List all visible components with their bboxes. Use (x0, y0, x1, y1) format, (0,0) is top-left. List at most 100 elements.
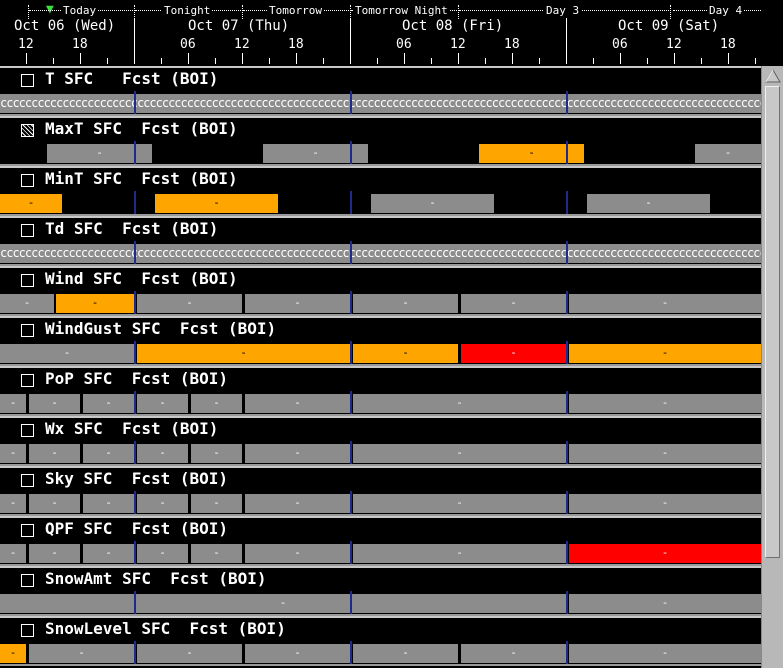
time-block-strip[interactable]: ---- (0, 141, 761, 166)
time-block[interactable]: - (353, 644, 458, 663)
time-block[interactable]: - (0, 544, 26, 563)
time-block[interactable]: - (587, 194, 710, 213)
time-block[interactable]: - (569, 644, 761, 663)
time-block[interactable]: - (83, 394, 134, 413)
time-block[interactable]: - (569, 444, 761, 463)
time-block[interactable]: - (479, 144, 584, 163)
grid-row-header[interactable]: SnowAmt SFC Fcst (BOI) (0, 566, 761, 591)
row-select-checkbox[interactable] (21, 374, 34, 387)
time-block[interactable]: - (0, 344, 134, 363)
time-block[interactable]: - (0, 594, 566, 613)
grid-row-header[interactable]: Td SFC Fcst (BOI) (0, 216, 761, 241)
time-block[interactable]: - (569, 594, 761, 613)
time-block-strip[interactable]: ---- (0, 191, 761, 216)
time-block[interactable]: - (461, 644, 566, 663)
time-block[interactable]: - (371, 194, 494, 213)
row-select-checkbox[interactable] (21, 174, 34, 187)
time-block[interactable]: - (0, 644, 26, 663)
grid-row-header[interactable]: Wind SFC Fcst (BOI) (0, 266, 761, 291)
time-block-strip[interactable]: -------- (0, 391, 761, 416)
time-block[interactable]: - (695, 144, 761, 163)
time-block-strip[interactable]: ------- (0, 291, 761, 316)
continuous-data-strip[interactable]: cccccccccccccccccccccccccccccccccccccccc… (0, 244, 761, 263)
time-block[interactable]: - (353, 494, 566, 513)
time-block[interactable]: - (353, 394, 566, 413)
time-block[interactable]: - (137, 394, 188, 413)
time-block[interactable]: - (191, 394, 242, 413)
time-block-strip[interactable]: -------- (0, 541, 761, 566)
time-block[interactable]: - (29, 644, 134, 663)
time-block[interactable]: - (47, 144, 152, 163)
time-block-strip[interactable]: ------- (0, 641, 761, 666)
time-block[interactable]: - (569, 344, 761, 363)
grid-row[interactable]: WindGust SFC Fcst (BOI) - - - - - (0, 316, 761, 366)
time-block[interactable]: - (0, 194, 62, 213)
time-block[interactable]: - (191, 494, 242, 513)
time-block[interactable]: - (245, 544, 350, 563)
grid-row-header[interactable]: Wx SFC Fcst (BOI) (0, 416, 761, 441)
grid-row-header[interactable]: SnowLevel SFC Fcst (BOI) (0, 616, 761, 641)
row-select-checkbox[interactable] (21, 624, 34, 637)
row-select-checkbox[interactable] (21, 324, 34, 337)
row-select-checkbox[interactable] (21, 74, 34, 87)
grid-row-header[interactable]: MinT SFC Fcst (BOI) (0, 166, 761, 191)
time-block[interactable]: - (29, 544, 80, 563)
time-block[interactable]: - (0, 394, 26, 413)
grid-row[interactable]: Wind SFC Fcst (BOI) - - - - - - - (0, 266, 761, 316)
time-block[interactable]: - (569, 294, 761, 313)
time-block[interactable]: - (29, 394, 80, 413)
time-block[interactable]: - (245, 294, 350, 313)
row-select-checkbox[interactable] (21, 224, 34, 237)
scrollbar-thumb[interactable] (765, 86, 780, 558)
row-select-checkbox[interactable] (21, 524, 34, 537)
row-select-checkbox[interactable] (21, 424, 34, 437)
time-block[interactable]: - (353, 344, 458, 363)
time-block[interactable]: - (83, 444, 134, 463)
time-block[interactable]: - (155, 194, 278, 213)
row-select-checkbox[interactable] (21, 574, 34, 587)
time-block[interactable]: - (29, 494, 80, 513)
time-block[interactable]: - (353, 294, 458, 313)
grid-row-header[interactable]: Sky SFC Fcst (BOI) (0, 466, 761, 491)
time-block[interactable]: - (0, 294, 54, 313)
grid-row[interactable]: SnowLevel SFC Fcst (BOI) - - - - - - - (0, 616, 761, 666)
time-block[interactable]: - (137, 544, 188, 563)
grid-row[interactable]: PoP SFC Fcst (BOI) - - - - - - - - (0, 366, 761, 416)
time-block[interactable]: - (353, 544, 566, 563)
time-block-strip[interactable]: cccccccccccccccccccccccccccccccccccccccc… (0, 241, 761, 266)
grid-row[interactable]: QPF SFC Fcst (BOI) - - - - - - - - (0, 516, 761, 566)
grid-row-header[interactable]: WindGust SFC Fcst (BOI) (0, 316, 761, 341)
time-block[interactable]: - (191, 444, 242, 463)
grid-row-header[interactable]: T SFC Fcst (BOI) (0, 66, 761, 91)
continuous-data-strip[interactable]: cccccccccccccccccccccccccccccccccccccccc… (0, 94, 761, 113)
time-block[interactable]: - (569, 394, 761, 413)
grid-row[interactable]: Wx SFC Fcst (BOI) - - - - - - - - (0, 416, 761, 466)
time-block-strip[interactable]: ----- (0, 341, 761, 366)
vertical-scrollbar[interactable] (761, 66, 783, 668)
time-block[interactable]: - (0, 444, 26, 463)
time-block[interactable]: - (137, 344, 350, 363)
grid-row[interactable]: MinT SFC Fcst (BOI) - - - - (0, 166, 761, 216)
arrow-up-icon[interactable] (765, 69, 781, 83)
time-scale-bar[interactable]: ▼ Today Tonight Tomorrow Tomorrow Night … (0, 0, 783, 68)
grid-row[interactable]: Sky SFC Fcst (BOI) - - - - - - - - (0, 466, 761, 516)
time-block[interactable]: - (0, 494, 26, 513)
time-block[interactable]: - (83, 544, 134, 563)
grid-row-header[interactable]: MaxT SFC Fcst (BOI) (0, 116, 761, 141)
grid-row[interactable]: MaxT SFC Fcst (BOI) - - - - (0, 116, 761, 166)
time-block[interactable]: - (461, 344, 566, 363)
grid-row[interactable]: Td SFC Fcst (BOI) ccccccccccccccccccccccc… (0, 216, 761, 266)
time-block[interactable]: - (137, 444, 188, 463)
time-block[interactable]: - (245, 444, 350, 463)
time-block-strip[interactable]: -------- (0, 441, 761, 466)
time-block-strip[interactable]: -------- (0, 491, 761, 516)
row-select-checkbox[interactable] (21, 274, 34, 287)
time-block[interactable]: - (245, 644, 350, 663)
time-block[interactable]: - (263, 144, 368, 163)
time-block[interactable]: - (461, 294, 566, 313)
grid-row[interactable]: T SFC Fcst (BOI) cccccccccccccccccccccccc… (0, 66, 761, 116)
time-block[interactable]: - (569, 544, 761, 563)
grid-row-header[interactable]: QPF SFC Fcst (BOI) (0, 516, 761, 541)
time-block[interactable]: - (137, 494, 188, 513)
time-block-strip[interactable]: cccccccccccccccccccccccccccccccccccccccc… (0, 91, 761, 116)
